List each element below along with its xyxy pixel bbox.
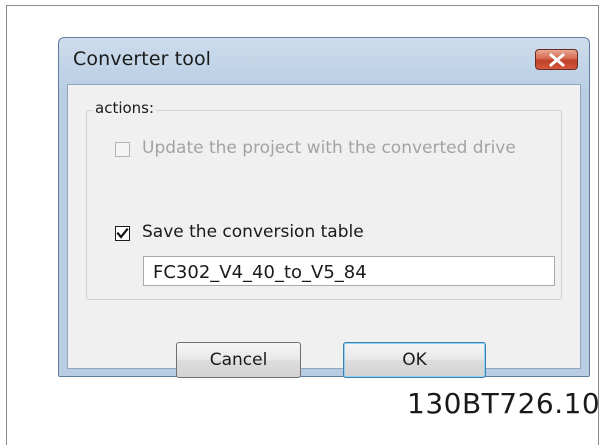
close-icon [549, 53, 564, 66]
save-table-checkbox[interactable] [115, 226, 130, 241]
cancel-button[interactable]: Cancel [176, 342, 301, 378]
figure-id-label: 130BT726.10 [407, 387, 601, 420]
save-table-label: Save the conversion table [142, 222, 364, 242]
update-project-label: Update the project with the converted dr… [142, 138, 516, 158]
close-button[interactable] [535, 49, 578, 70]
title-bar[interactable]: Converter tool [59, 38, 589, 84]
checkmark-icon [116, 227, 129, 239]
dialog-title: Converter tool [73, 48, 212, 70]
converter-dialog: Converter tool actions: Update the proje… [58, 37, 590, 378]
actions-group-label: actions: [93, 99, 157, 117]
update-project-checkbox[interactable] [115, 142, 130, 157]
dialog-body: actions: Update the project with the con… [67, 84, 581, 378]
conversion-table-name-input[interactable] [143, 256, 555, 286]
ok-button[interactable]: OK [343, 342, 486, 378]
